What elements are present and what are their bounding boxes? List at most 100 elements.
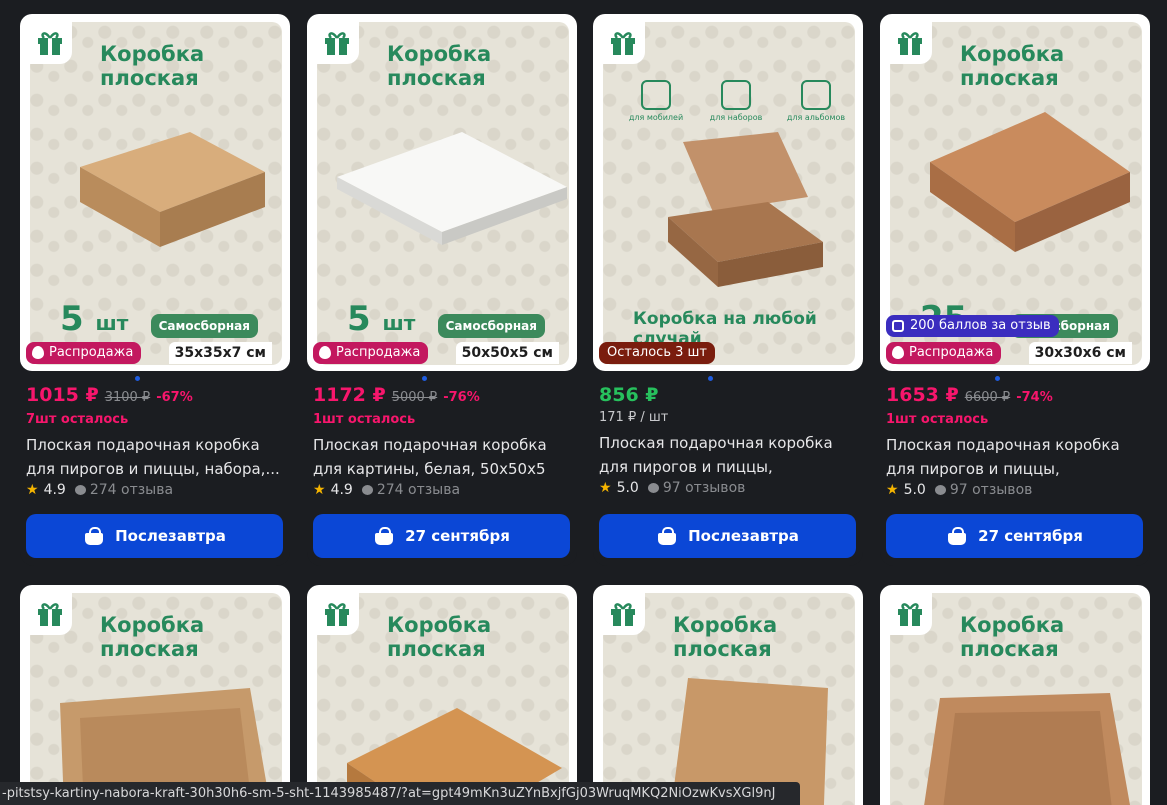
product-image[interactable]: Коробка плоская <box>20 585 290 805</box>
discount: -76% <box>443 390 480 405</box>
image-headline: Коробка плоская <box>673 613 778 661</box>
image-background: для мобилей для наборов для альбомов Кор… <box>603 22 855 365</box>
mobile-icon <box>641 80 671 110</box>
gift-icon <box>601 591 645 635</box>
album-icon <box>801 80 831 110</box>
product-image[interactable]: Коробка плоская <box>880 585 1150 805</box>
image-headline: Коробка плоская <box>100 613 205 661</box>
box-illustration <box>332 117 569 257</box>
carousel-dot <box>135 376 140 381</box>
bonus-icon <box>892 319 904 332</box>
reviews-count[interactable]: 274 отзыва <box>361 482 460 498</box>
self-assembly-badge: Самосборная <box>437 314 545 338</box>
fire-icon <box>32 346 44 359</box>
stock-left: 1шт осталось <box>313 412 416 427</box>
product-card[interactable]: Коробка плоская <box>593 585 863 805</box>
unit-price: 171 ₽ / шт <box>599 410 669 425</box>
product-image[interactable]: Коробка плоская 5 шт в упаковке Самосбор… <box>20 14 290 371</box>
gift-icon <box>315 591 359 635</box>
discount: -67% <box>156 390 193 405</box>
product-title[interactable]: Плоская подарочная коробка для пирогов и… <box>26 433 282 481</box>
price-line: 1653 ₽ 6600 ₽ -74% <box>886 384 1053 406</box>
old-price: 3100 ₽ <box>104 390 151 405</box>
size-label: 50x50x5 см <box>455 342 559 364</box>
product-image[interactable]: Коробка плоская <box>307 585 577 805</box>
gift-icon <box>888 591 932 635</box>
size-label: 35x35x7 см <box>168 342 272 364</box>
product-image[interactable]: Коробка плоская <box>593 585 863 805</box>
image-background: Коробка плоская 5 шт в упаковке Самосбор… <box>317 22 569 365</box>
price: 856 ₽ <box>599 384 659 406</box>
box-illustration <box>920 97 1135 272</box>
star-icon: ★ <box>313 482 326 498</box>
link-status-bar: -pitstsy-kartiny-nabora-kraft-30h30h6-sm… <box>0 782 800 805</box>
star-icon: ★ <box>26 482 39 498</box>
image-headline: Коробка плоская <box>960 42 1065 90</box>
gift-icon <box>888 20 932 64</box>
size-label: 30x30x6 см <box>1028 342 1132 364</box>
image-background: Коробка плоская 5 шт в упаковке Самосбор… <box>30 22 282 365</box>
reviews-count[interactable]: 274 отзыва <box>74 482 173 498</box>
product-card[interactable]: Коробка плоская <box>20 585 290 805</box>
price-line: 1172 ₽ 5000 ₽ -76% <box>313 384 480 406</box>
box-illustration <box>658 132 828 292</box>
price-line: 856 ₽ <box>599 384 659 406</box>
product-image[interactable]: для мобилей для наборов для альбомов Кор… <box>593 14 863 371</box>
comment-icon <box>74 485 86 495</box>
product-card[interactable]: Коробка плоская 5 шт в упаковке Самосбор… <box>20 14 290 566</box>
fire-icon <box>892 346 904 359</box>
product-image[interactable]: Коробка плоская 5 шт в упаковке Самосбор… <box>307 14 577 371</box>
reviews-count[interactable]: 97 отзывов <box>647 480 745 496</box>
comment-icon <box>361 485 373 495</box>
star-icon: ★ <box>886 482 899 498</box>
add-to-cart-button[interactable]: Послезавтра <box>599 514 856 558</box>
set-icon <box>721 80 751 110</box>
product-grid: Коробка плоская 5 шт в упаковке Самосбор… <box>0 0 1167 805</box>
star-icon: ★ <box>599 480 612 496</box>
carousel-dot <box>995 376 1000 381</box>
comment-icon <box>647 483 659 493</box>
add-to-cart-button[interactable]: 27 сентября <box>886 514 1143 558</box>
pack-count: 5 шт <box>60 299 129 339</box>
rating: ★ 5.0 97 отзывов <box>599 480 746 496</box>
rating: ★ 5.0 97 отзывов <box>886 482 1033 498</box>
image-headline: Коробка плоская <box>387 42 492 90</box>
basket-icon <box>946 527 968 545</box>
product-image[interactable]: Коробка плоская 25 в упаковке Самосборна… <box>880 14 1150 371</box>
image-headline: Коробка плоская <box>387 613 492 661</box>
product-card[interactable]: для мобилей для наборов для альбомов Кор… <box>593 14 863 566</box>
image-headline: Коробка плоская <box>100 42 205 90</box>
reviews-count[interactable]: 97 отзывов <box>934 482 1032 498</box>
product-card[interactable]: Коробка плоская <box>307 585 577 805</box>
bonus-badge: 200 баллов за отзыв <box>886 315 1059 337</box>
gift-icon <box>28 20 72 64</box>
sale-badge: Распродажа <box>886 342 1002 364</box>
sale-badge: Распродажа <box>313 342 429 364</box>
gift-icon <box>315 20 359 64</box>
sale-badge: Распродажа <box>26 342 142 364</box>
stock-left: 1шт осталось <box>886 412 989 427</box>
product-title[interactable]: Плоская подарочная коробка для пирогов и… <box>886 433 1142 481</box>
stock-left: 7шт осталось <box>26 412 129 427</box>
price-line: 1015 ₽ 3100 ₽ -67% <box>26 384 193 406</box>
add-to-cart-button[interactable]: Послезавтра <box>26 514 283 558</box>
product-card[interactable]: Коробка плоская 25 в упаковке Самосборна… <box>880 14 1150 566</box>
add-to-cart-button[interactable]: 27 сентября <box>313 514 570 558</box>
carousel-dot <box>422 376 427 381</box>
old-price: 5000 ₽ <box>391 390 438 405</box>
basket-icon <box>656 527 678 545</box>
basket-icon <box>83 527 105 545</box>
product-card[interactable]: Коробка плоская <box>880 585 1150 805</box>
stock-badge: Осталось 3 шт <box>599 342 715 364</box>
fire-icon <box>319 346 331 359</box>
image-background: Коробка плоская 25 в упаковке Самосборна… <box>890 22 1142 365</box>
gift-icon <box>28 591 72 635</box>
comment-icon <box>934 485 946 495</box>
product-title[interactable]: Плоская подарочная коробка для картины, … <box>313 433 569 481</box>
box-illustration <box>910 683 1140 805</box>
old-price: 6600 ₽ <box>964 390 1011 405</box>
pack-count: 5 шт <box>347 299 416 339</box>
product-card[interactable]: Коробка плоская 5 шт в упаковке Самосбор… <box>307 14 577 566</box>
product-title[interactable]: Плоская подарочная коробка для пирогов и… <box>599 431 855 479</box>
price: 1653 ₽ <box>886 384 959 406</box>
